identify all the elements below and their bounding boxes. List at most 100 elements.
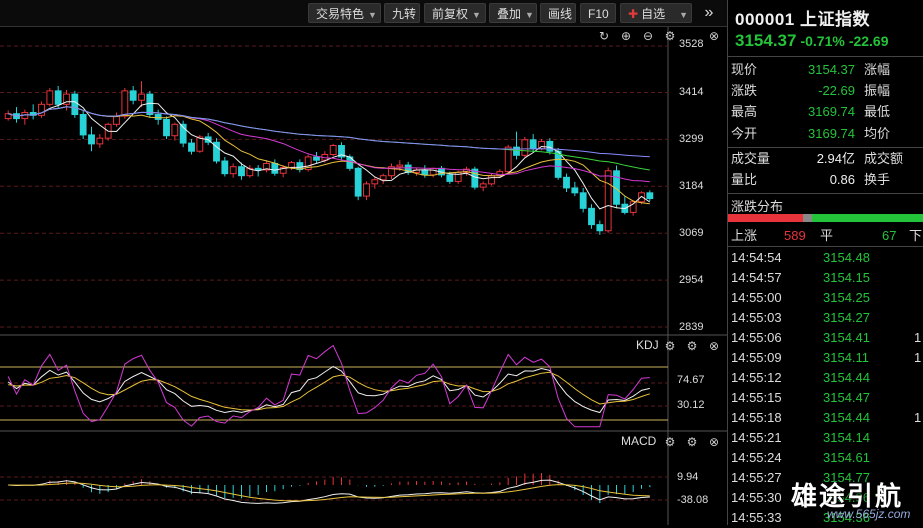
refresh-icon[interactable]: ↻: [597, 29, 611, 43]
distribution-title[interactable]: 涨跌分布: [731, 196, 783, 215]
caret-down-icon: ▼: [472, 10, 481, 20]
nine-turn-button[interactable]: 九转: [384, 3, 420, 23]
candle-body: [113, 115, 120, 125]
tick-time: 14:54:54: [731, 250, 782, 265]
price-tick-label: 3299: [679, 133, 704, 145]
row-value: -22.69: [818, 83, 855, 98]
candle-body: [588, 207, 595, 226]
row-label: 现价: [731, 62, 758, 77]
candle-body: [254, 167, 262, 171]
trade-features-dropdown[interactable]: 交易特色 ▼: [308, 3, 381, 23]
row-label: 涨跌: [731, 83, 758, 98]
ma20-line: [8, 106, 650, 183]
row-label: 量比: [731, 172, 758, 187]
macd-tick-label: 9.94: [677, 471, 699, 483]
close-icon[interactable]: ⊗: [707, 29, 721, 43]
overlay-label: 叠加: [497, 7, 522, 21]
price-tick-label: 3069: [679, 227, 704, 239]
quote-row: 量比 0.86 换手: [728, 169, 923, 191]
tick-price: 3154.11: [823, 350, 870, 365]
zoom-out-icon[interactable]: ⊖: [641, 29, 655, 43]
trade-features-label: 交易特色: [316, 7, 365, 21]
row-label: 成交量: [731, 151, 771, 166]
ma5-line: [8, 101, 651, 210]
candle-body: [146, 93, 154, 116]
candle-body: [154, 114, 162, 120]
row-label: 最高: [731, 104, 758, 119]
tick-row: 14:55:06 3154.41 1: [728, 328, 923, 348]
candle-body: [396, 164, 404, 168]
kdj-tick-label: 74.67: [677, 374, 705, 386]
quote-row: 成交量 2.94亿 成交额: [728, 148, 923, 170]
settings-icon[interactable]: ⚙: [685, 339, 699, 353]
overlay-dropdown[interactable]: 叠加 ▼: [489, 3, 537, 23]
settings-icon[interactable]: ⚙: [685, 435, 699, 449]
zoom-in-icon[interactable]: ⊕: [619, 29, 633, 43]
tick-volume: 1: [914, 410, 922, 425]
candle-body: [88, 134, 95, 145]
add-favorite-dropdown[interactable]: ✚ 自选 ▼: [620, 3, 692, 23]
candle-body: [554, 150, 562, 178]
close-icon[interactable]: ⊗: [707, 435, 721, 449]
row-value: 3169.74: [808, 104, 855, 119]
row-value: 2.94亿: [816, 151, 855, 166]
tick-price: 3154.47: [823, 390, 870, 405]
tick-time: 14:55:09: [731, 350, 782, 365]
f10-label: F10: [588, 7, 609, 21]
tick-time: 14:55:33: [731, 510, 782, 525]
kline-chart-svg: [0, 27, 727, 525]
candle-body: [488, 175, 495, 185]
tick-price: 3154.27: [823, 310, 870, 325]
candle-body: [96, 137, 104, 145]
kdj-tick-label: 30.12: [677, 399, 705, 411]
change-percent: -0.71%: [800, 33, 845, 49]
settings-icon[interactable]: ⚙: [663, 435, 677, 449]
candle-body: [579, 192, 587, 209]
candle-body: [288, 162, 295, 169]
candle-body: [354, 167, 362, 197]
tick-time: 14:55:12: [731, 370, 782, 385]
down-label: 下: [909, 228, 923, 243]
distribution-bar: [728, 214, 923, 222]
double-chevron-right-icon[interactable]: »: [696, 3, 722, 23]
tick-row: 14:55:00 3154.25: [728, 288, 923, 308]
candle-body: [221, 160, 229, 175]
candle-body: [529, 139, 537, 150]
candle-body: [138, 93, 145, 101]
adjust-label: 前复权: [432, 7, 469, 21]
candle-body: [504, 146, 512, 173]
kline-chart-area[interactable]: ↻ ⊕ ⊖ ⚙ ⊗ 3528 3414 3299 3184 3069 2954 …: [0, 27, 727, 525]
candle-body: [604, 170, 612, 232]
chart-toolbar: 交易特色 ▼ 九转 前复权 ▼ 叠加 ▼ 画线 F10 ✚ 自选 ▼ »: [0, 0, 727, 27]
settings-icon[interactable]: ⚙: [663, 339, 677, 353]
tick-time: 14:55:27: [731, 470, 782, 485]
up-segment: [728, 214, 803, 222]
settings-icon[interactable]: ⚙: [663, 29, 677, 43]
price-tick-label: 2839: [679, 321, 704, 333]
stock-quote: 3154.37 -0.71% -22.69: [735, 31, 889, 51]
candle-body: [646, 192, 654, 200]
kdj-j-line: [7, 344, 650, 428]
row-value: 3169.74: [808, 126, 855, 141]
tick-row: 14:55:24 3154.61: [728, 448, 923, 468]
candle-body: [129, 90, 137, 101]
draw-line-label: 画线: [548, 7, 573, 21]
ma10-line: [8, 106, 650, 205]
last-price: 3154.37: [735, 31, 797, 50]
change-amount: -22.69: [848, 33, 889, 49]
tick-row: 14:55:09 3154.11 1: [728, 348, 923, 368]
candle-body: [238, 166, 245, 177]
f10-button[interactable]: F10: [580, 3, 616, 23]
candle-body: [46, 90, 54, 105]
tick-time: 14:55:03: [731, 310, 782, 325]
close-icon[interactable]: ⊗: [707, 339, 721, 353]
adjust-dropdown[interactable]: 前复权 ▼: [424, 3, 486, 23]
candle-body: [163, 118, 170, 137]
kdj-label[interactable]: KDJ: [636, 338, 659, 352]
draw-line-button[interactable]: 画线: [540, 3, 576, 23]
candle-body: [54, 90, 62, 105]
macd-label[interactable]: MACD: [621, 434, 656, 448]
row-label-2: 涨幅: [864, 62, 891, 77]
flat-count: 67: [882, 228, 897, 243]
candle-body: [363, 183, 370, 197]
